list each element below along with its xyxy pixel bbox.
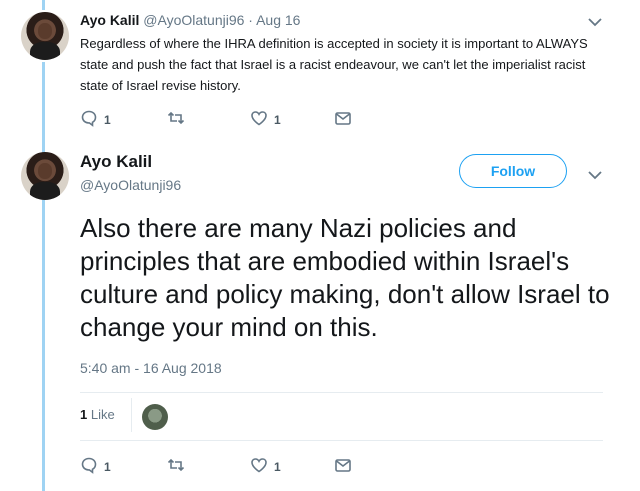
- follow-button[interactable]: Follow: [459, 154, 567, 188]
- author-handle[interactable]: @AyoOlatunji96: [80, 177, 181, 193]
- avatar[interactable]: [21, 152, 69, 200]
- heart-icon: [250, 109, 268, 130]
- reply-button[interactable]: 1: [80, 109, 111, 130]
- chevron-down-icon[interactable]: [588, 14, 602, 30]
- chevron-down-icon[interactable]: [588, 167, 602, 183]
- author-handle[interactable]: @AyoOlatunji96: [143, 12, 244, 28]
- tweet-timestamp[interactable]: 5:40 am - 16 Aug 2018: [80, 360, 222, 376]
- tweet-header: Ayo Kalil @AyoOlatunji96 · Aug 16: [80, 12, 300, 28]
- avatar[interactable]: [21, 12, 69, 60]
- likes-count: 1: [80, 407, 88, 422]
- tweet-actions: 1 1: [80, 456, 380, 476]
- tweet-text: Also there are many Nazi policies and pr…: [80, 213, 610, 342]
- reply-count: 1: [104, 112, 111, 127]
- retweet-button[interactable]: [167, 109, 185, 130]
- message-icon: [334, 109, 352, 130]
- like-button[interactable]: 1: [250, 456, 281, 477]
- likes-separator: [131, 398, 132, 432]
- heart-icon: [250, 456, 268, 477]
- retweet-button[interactable]: [167, 456, 185, 477]
- divider: [80, 392, 603, 393]
- reply-count: 1: [104, 459, 111, 474]
- reply-icon: [80, 456, 98, 477]
- retweet-icon: [167, 109, 185, 130]
- liker-avatar[interactable]: [142, 404, 168, 430]
- like-button[interactable]: 1: [250, 109, 281, 130]
- thread-line-top: [42, 0, 45, 10]
- message-button[interactable]: [334, 456, 352, 477]
- header-separator: ·: [248, 12, 253, 28]
- author-name[interactable]: Ayo Kalil: [80, 152, 152, 172]
- message-button[interactable]: [334, 109, 352, 130]
- message-icon: [334, 456, 352, 477]
- tweet-date[interactable]: Aug 16: [256, 12, 300, 28]
- reply-icon: [80, 109, 98, 130]
- thread-line-bottom: [42, 200, 45, 491]
- like-count: 1: [274, 459, 281, 474]
- author-name[interactable]: Ayo Kalil: [80, 12, 139, 28]
- thread-line: [42, 62, 45, 154]
- retweet-icon: [167, 456, 185, 477]
- likes-label: Like: [90, 407, 115, 422]
- reply-button[interactable]: 1: [80, 456, 111, 477]
- divider: [80, 440, 603, 441]
- like-count: 1: [274, 112, 281, 127]
- likes-summary[interactable]: 1 Like: [80, 407, 115, 422]
- tweet-actions: 1 1: [80, 109, 380, 129]
- tweet-text: Regardless of where the IHRA definition …: [80, 36, 588, 93]
